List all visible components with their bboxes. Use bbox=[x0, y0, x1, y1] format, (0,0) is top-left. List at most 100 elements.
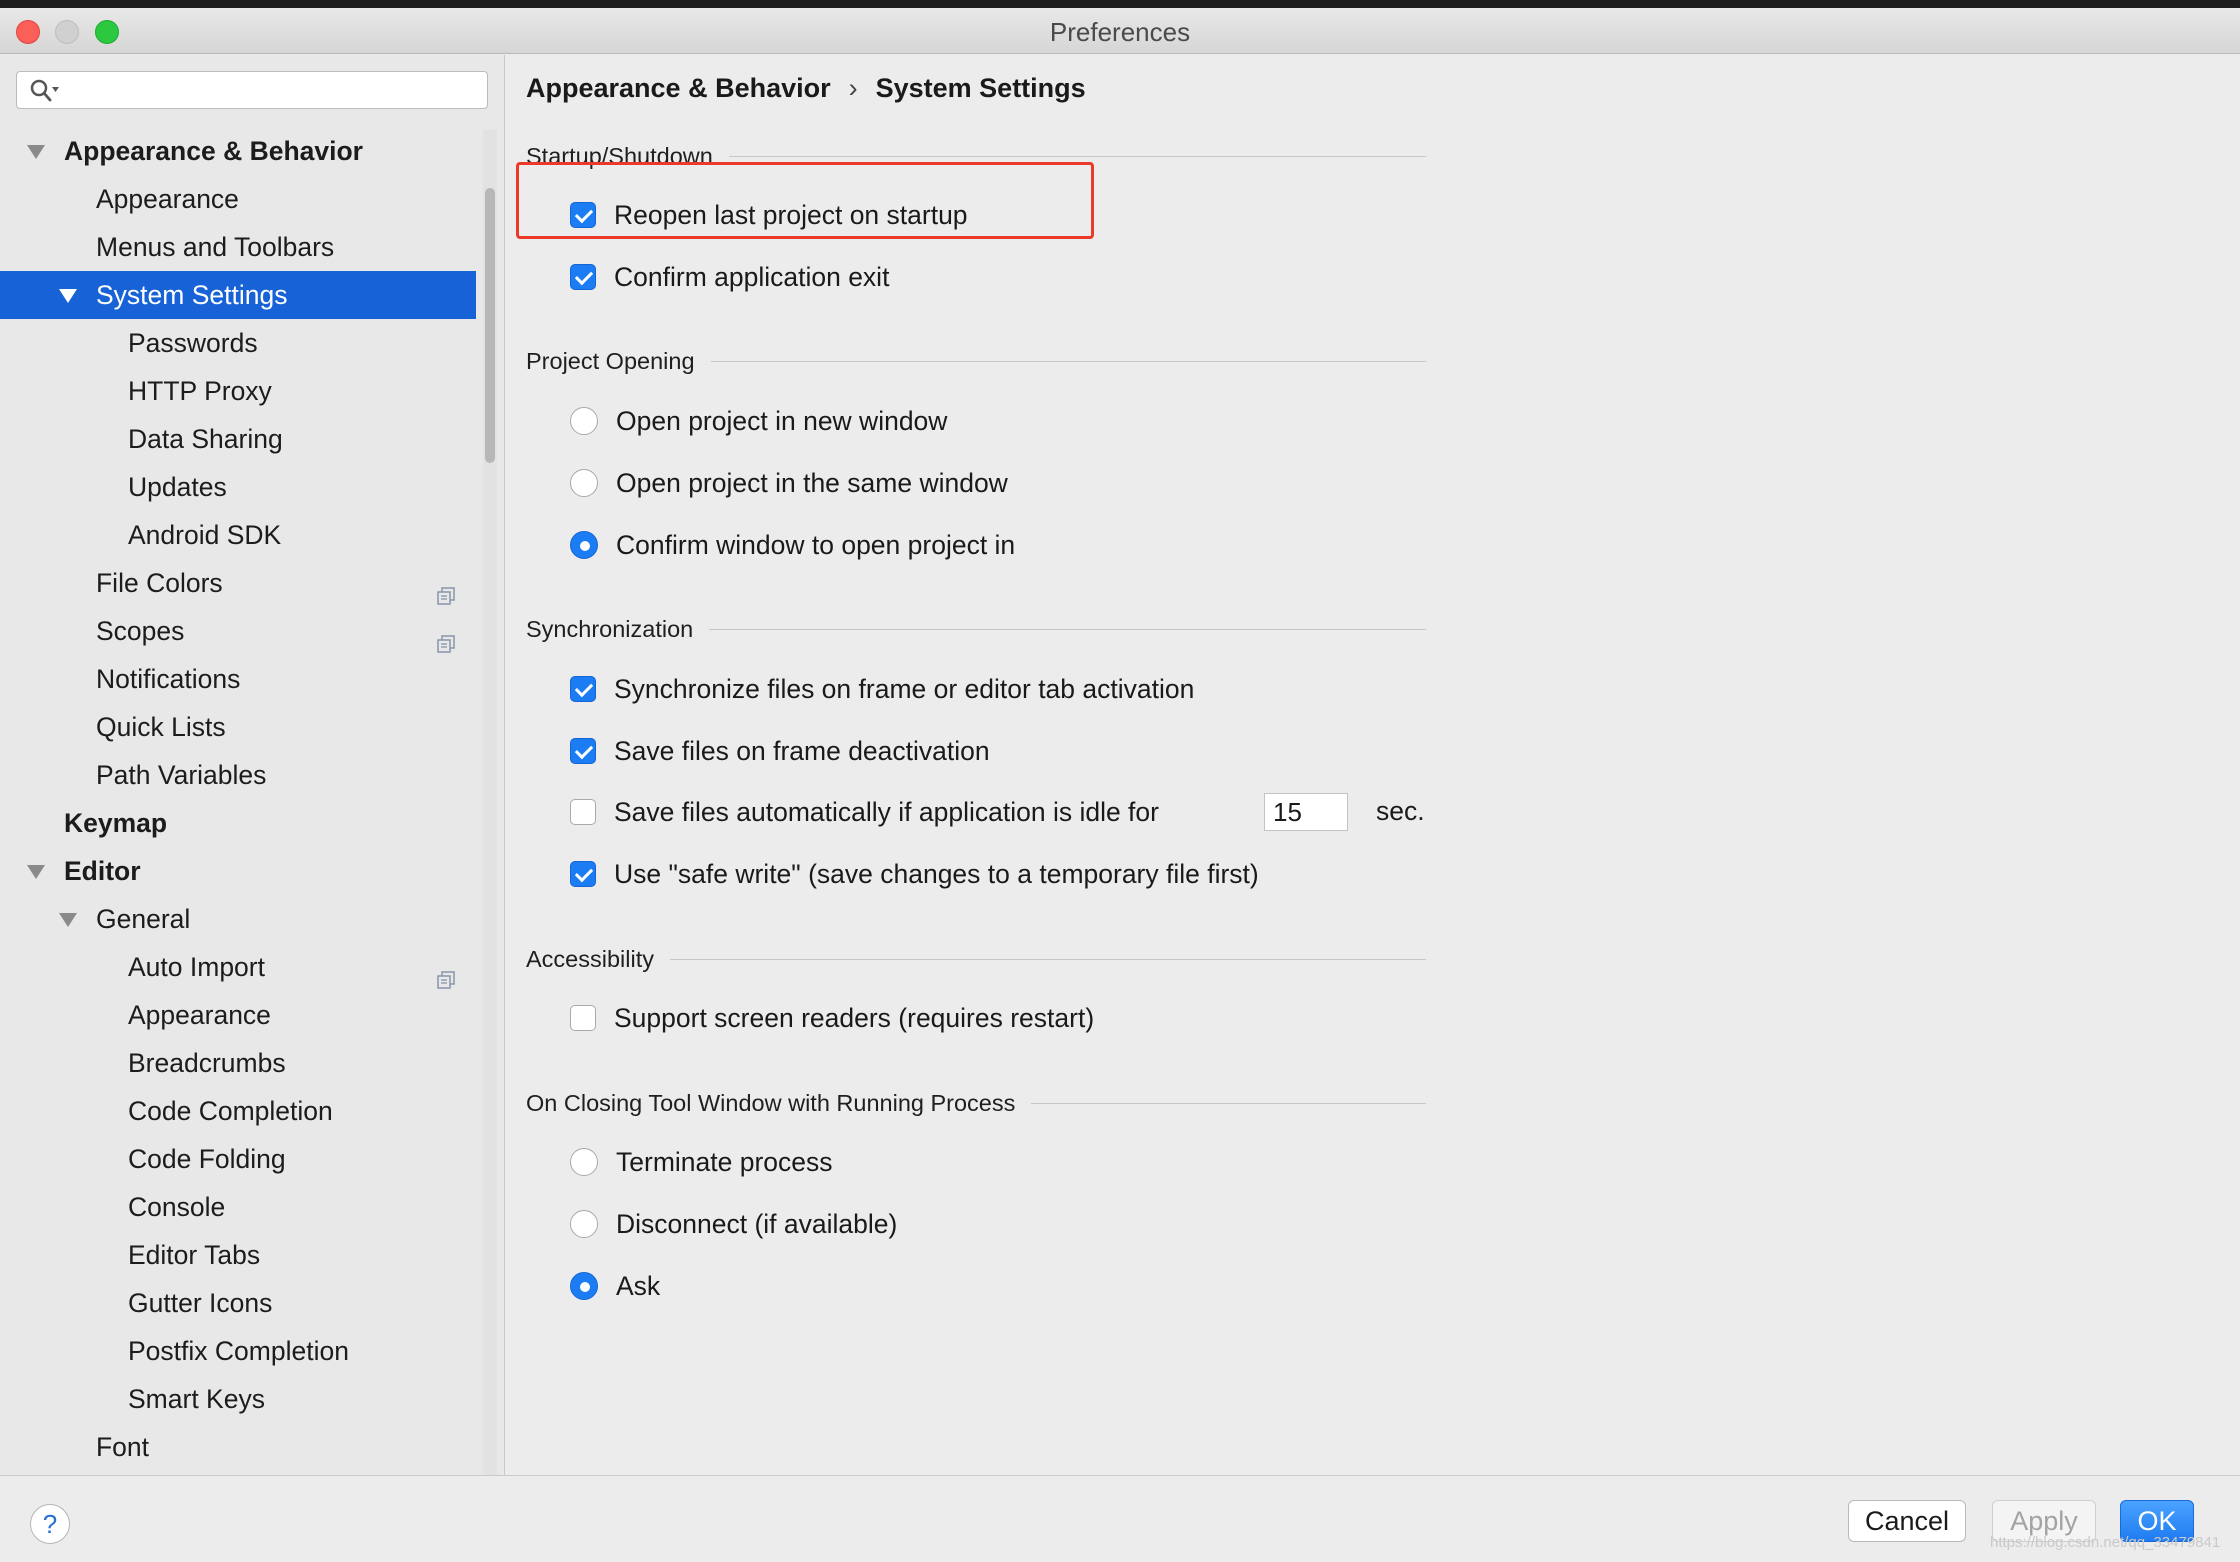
disconnect-option[interactable]: Disconnect (if available) bbox=[570, 1204, 897, 1244]
sidebar-item-label: Code Folding bbox=[128, 1144, 286, 1174]
chevron-down-icon[interactable] bbox=[27, 145, 45, 159]
settings-search-box[interactable] bbox=[16, 71, 488, 109]
sidebar-item[interactable]: Quick Lists bbox=[0, 703, 476, 751]
open-new-window-option[interactable]: Open project in new window bbox=[570, 401, 947, 441]
sidebar-item[interactable]: HTTP Proxy bbox=[0, 367, 476, 415]
sidebar-item-label: Path Variables bbox=[96, 760, 267, 790]
sidebar-item[interactable]: Code Completion bbox=[0, 1087, 476, 1135]
save-on-deactivation-checkbox[interactable] bbox=[570, 738, 596, 764]
sidebar-item[interactable]: Font bbox=[0, 1423, 476, 1471]
idle-seconds-input[interactable] bbox=[1264, 793, 1348, 831]
save-idle-checkbox[interactable] bbox=[570, 799, 596, 825]
sidebar-item[interactable]: Gutter Icons bbox=[0, 1279, 476, 1327]
sidebar-item-label: Appearance bbox=[96, 184, 239, 214]
sidebar-item[interactable]: Breadcrumbs bbox=[0, 1039, 476, 1087]
confirm-exit-checkbox[interactable] bbox=[570, 264, 596, 290]
help-icon[interactable]: ? bbox=[30, 1504, 70, 1544]
confirm-window-radio[interactable] bbox=[570, 531, 598, 559]
section-divider bbox=[728, 156, 1426, 157]
sidebar-item[interactable]: Path Variables bbox=[0, 751, 476, 799]
sidebar-item[interactable]: Appearance bbox=[0, 991, 476, 1039]
sidebar-item[interactable]: Code Folding bbox=[0, 1135, 476, 1183]
breadcrumb-current: System Settings bbox=[875, 73, 1086, 103]
reopen-last-project-checkbox[interactable] bbox=[570, 202, 596, 228]
title-bar: Preferences bbox=[0, 0, 2240, 54]
chevron-down-icon[interactable] bbox=[59, 289, 77, 303]
section-title-accessibility: Accessibility bbox=[526, 946, 654, 972]
sidebar-scrollbar-thumb[interactable] bbox=[485, 188, 495, 463]
safe-write-checkbox[interactable] bbox=[570, 861, 596, 887]
sidebar-item[interactable]: System Settings bbox=[0, 271, 476, 319]
sidebar-item[interactable]: Data Sharing bbox=[0, 415, 476, 463]
sidebar-item[interactable]: Appearance bbox=[0, 175, 476, 223]
sidebar-item[interactable]: Notifications bbox=[0, 655, 476, 703]
save-on-deactivation-option[interactable]: Save files on frame deactivation bbox=[570, 731, 990, 771]
open-new-window-label: Open project in new window bbox=[616, 405, 948, 436]
sidebar-item-label: Auto Import bbox=[128, 952, 265, 982]
safe-write-option[interactable]: Use "safe write" (save changes to a temp… bbox=[570, 854, 1259, 894]
sidebar-item[interactable]: Passwords bbox=[0, 319, 476, 367]
sidebar-item-label: Notifications bbox=[96, 664, 241, 694]
sidebar-item[interactable]: Scopes bbox=[0, 607, 476, 655]
open-same-window-radio[interactable] bbox=[570, 469, 598, 497]
terminate-process-option[interactable]: Terminate process bbox=[570, 1142, 833, 1182]
section-divider bbox=[709, 629, 1426, 630]
sidebar-item-label: File Colors bbox=[96, 568, 223, 598]
sidebar-item-label: HTTP Proxy bbox=[128, 376, 272, 406]
ask-option[interactable]: Ask bbox=[570, 1266, 660, 1306]
sidebar-item[interactable]: General bbox=[0, 895, 476, 943]
sidebar-item[interactable]: Android SDK bbox=[0, 511, 476, 559]
sidebar-item[interactable]: Updates bbox=[0, 463, 476, 511]
section-divider bbox=[669, 959, 1426, 960]
open-same-window-option[interactable]: Open project in the same window bbox=[570, 463, 1008, 503]
sidebar-item[interactable]: Postfix Completion bbox=[0, 1327, 476, 1375]
sidebar-item[interactable]: Menus and Toolbars bbox=[0, 223, 476, 271]
section-title-synchronization: Synchronization bbox=[526, 616, 694, 642]
open-new-window-radio[interactable] bbox=[570, 407, 598, 435]
sidebar-item[interactable]: Appearance & Behavior bbox=[0, 127, 476, 175]
chevron-down-icon[interactable] bbox=[59, 913, 77, 927]
sidebar-item-label: Menus and Toolbars bbox=[96, 232, 335, 262]
sidebar-item-label: System Settings bbox=[96, 280, 288, 310]
confirm-exit-option[interactable]: Confirm application exit bbox=[570, 257, 889, 297]
sidebar-scrollbar[interactable] bbox=[483, 130, 497, 1475]
sidebar-item-label: Editor bbox=[64, 856, 141, 886]
cancel-button[interactable]: Cancel bbox=[1848, 1500, 1966, 1542]
section-title-project-opening: Project Opening bbox=[526, 348, 695, 374]
search-icon[interactable] bbox=[29, 78, 61, 109]
settings-content: Appearance & Behavior › System Settings St… bbox=[506, 55, 2240, 1475]
save-idle-option[interactable]: Save files automatically if application … bbox=[570, 792, 1159, 832]
sidebar-item[interactable]: File Colors bbox=[0, 559, 476, 607]
save-idle-label: Save files automatically if application … bbox=[614, 796, 1159, 827]
reopen-last-project-label: Reopen last project on startup bbox=[614, 199, 968, 230]
sidebar-item-label: Passwords bbox=[128, 328, 258, 358]
terminate-process-radio[interactable] bbox=[570, 1148, 598, 1176]
sidebar-item[interactable]: Editor Tabs bbox=[0, 1231, 476, 1279]
sync-files-option[interactable]: Synchronize files on frame or editor tab… bbox=[570, 669, 1194, 709]
breadcrumb-separator: › bbox=[848, 73, 858, 103]
disconnect-radio[interactable] bbox=[570, 1210, 598, 1238]
sidebar-item[interactable]: Auto Import bbox=[0, 943, 476, 991]
screen-readers-checkbox[interactable] bbox=[570, 1005, 596, 1031]
sidebar-item[interactable]: Smart Keys bbox=[0, 1375, 476, 1423]
sidebar-item[interactable]: Editor bbox=[0, 847, 476, 895]
sync-files-checkbox[interactable] bbox=[570, 676, 596, 702]
sidebar-item[interactable]: Keymap bbox=[0, 799, 476, 847]
sidebar-item-label: Appearance & Behavior bbox=[64, 136, 363, 166]
reopen-last-project-option[interactable]: Reopen last project on startup bbox=[570, 195, 968, 235]
section-divider bbox=[1031, 1103, 1426, 1104]
confirm-window-label: Confirm window to open project in bbox=[616, 529, 1016, 560]
confirm-window-option[interactable]: Confirm window to open project in bbox=[570, 525, 1015, 565]
chevron-down-icon[interactable] bbox=[27, 865, 45, 879]
sidebar-item[interactable]: Console bbox=[0, 1183, 476, 1231]
screen-readers-label: Support screen readers (requires restart… bbox=[614, 1002, 1095, 1033]
sidebar-item-label: Gutter Icons bbox=[128, 1288, 273, 1318]
section-title-closing-tool-window: On Closing Tool Window with Running Proc… bbox=[526, 1090, 1016, 1116]
sidebar-item-label: Smart Keys bbox=[128, 1384, 265, 1414]
sidebar-item-label: Editor Tabs bbox=[128, 1240, 261, 1270]
settings-search-input[interactable] bbox=[67, 76, 477, 104]
breadcrumb-parent[interactable]: Appearance & Behavior bbox=[526, 73, 831, 103]
section-divider bbox=[710, 361, 1426, 362]
ask-radio[interactable] bbox=[570, 1272, 598, 1300]
screen-readers-option[interactable]: Support screen readers (requires restart… bbox=[570, 998, 1094, 1038]
